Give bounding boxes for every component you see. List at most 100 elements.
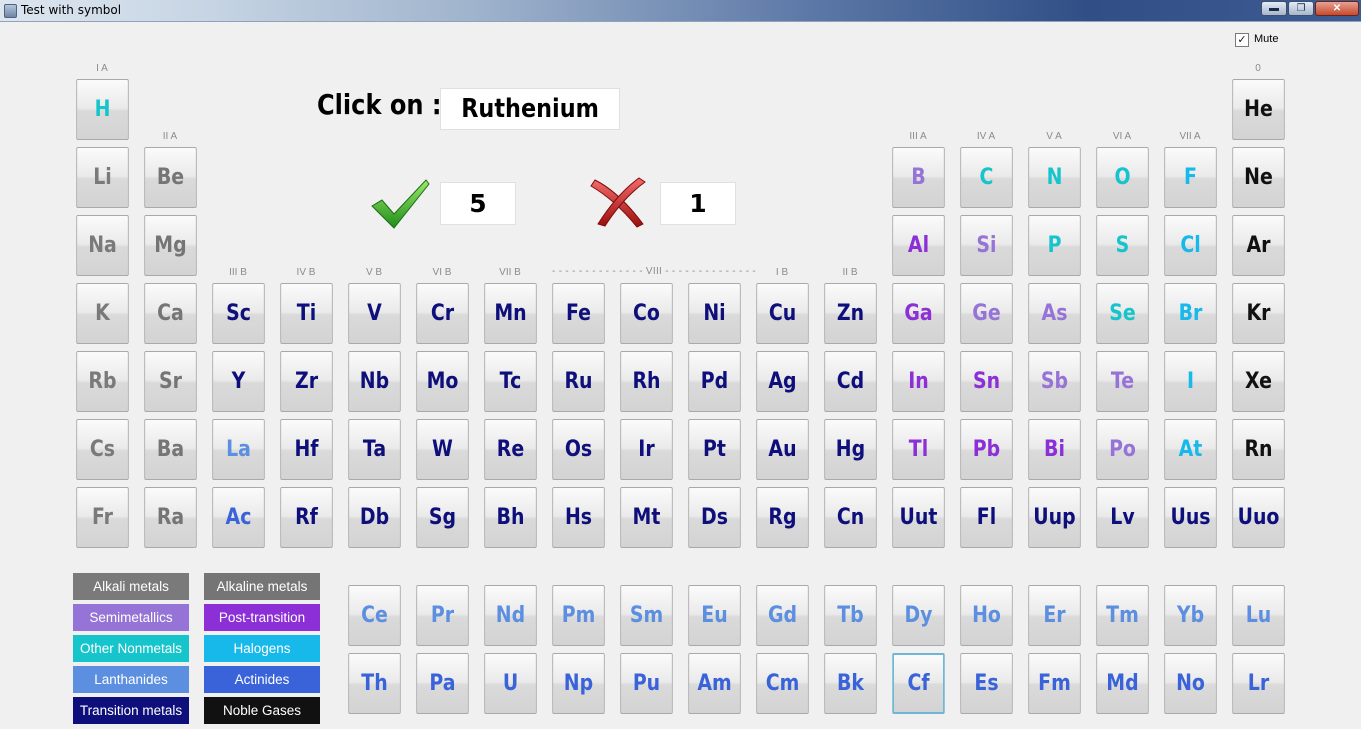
element-tile-pa[interactable]: Pa xyxy=(416,653,469,714)
element-tile-cm[interactable]: Cm xyxy=(756,653,809,714)
element-tile-lv[interactable]: Lv xyxy=(1096,487,1149,548)
element-tile-y[interactable]: Y xyxy=(212,351,265,412)
element-tile-bi[interactable]: Bi xyxy=(1028,419,1081,480)
element-tile-md[interactable]: Md xyxy=(1096,653,1149,714)
element-tile-pu[interactable]: Pu xyxy=(620,653,673,714)
element-tile-sb[interactable]: Sb xyxy=(1028,351,1081,412)
element-tile-cs[interactable]: Cs xyxy=(76,419,129,480)
element-tile-xe[interactable]: Xe xyxy=(1232,351,1285,412)
element-tile-au[interactable]: Au xyxy=(756,419,809,480)
element-tile-ag[interactable]: Ag xyxy=(756,351,809,412)
element-tile-c[interactable]: C xyxy=(960,147,1013,208)
element-tile-no[interactable]: No xyxy=(1164,653,1217,714)
element-tile-v[interactable]: V xyxy=(348,283,401,344)
element-tile-hg[interactable]: Hg xyxy=(824,419,877,480)
element-tile-cn[interactable]: Cn xyxy=(824,487,877,548)
element-tile-fl[interactable]: Fl xyxy=(960,487,1013,548)
element-tile-fr[interactable]: Fr xyxy=(76,487,129,548)
element-tile-lu[interactable]: Lu xyxy=(1232,585,1285,646)
element-tile-bh[interactable]: Bh xyxy=(484,487,537,548)
minimize-button[interactable]: ▬ xyxy=(1261,1,1287,16)
element-tile-rf[interactable]: Rf xyxy=(280,487,333,548)
element-tile-se[interactable]: Se xyxy=(1096,283,1149,344)
element-tile-nd[interactable]: Nd xyxy=(484,585,537,646)
element-tile-uut[interactable]: Uut xyxy=(892,487,945,548)
element-tile-zr[interactable]: Zr xyxy=(280,351,333,412)
element-tile-b[interactable]: B xyxy=(892,147,945,208)
element-tile-sr[interactable]: Sr xyxy=(144,351,197,412)
element-tile-ds[interactable]: Ds xyxy=(688,487,741,548)
element-tile-gd[interactable]: Gd xyxy=(756,585,809,646)
close-button[interactable]: ✕ xyxy=(1315,1,1359,16)
element-tile-kr[interactable]: Kr xyxy=(1232,283,1285,344)
element-tile-cu[interactable]: Cu xyxy=(756,283,809,344)
element-tile-cf[interactable]: Cf xyxy=(892,653,945,714)
element-tile-br[interactable]: Br xyxy=(1164,283,1217,344)
element-tile-es[interactable]: Es xyxy=(960,653,1013,714)
element-tile-he[interactable]: He xyxy=(1232,79,1285,140)
element-tile-ba[interactable]: Ba xyxy=(144,419,197,480)
element-tile-bk[interactable]: Bk xyxy=(824,653,877,714)
element-tile-tc[interactable]: Tc xyxy=(484,351,537,412)
element-tile-h[interactable]: H xyxy=(76,79,129,140)
element-tile-rn[interactable]: Rn xyxy=(1232,419,1285,480)
element-tile-pt[interactable]: Pt xyxy=(688,419,741,480)
element-tile-ga[interactable]: Ga xyxy=(892,283,945,344)
element-tile-tl[interactable]: Tl xyxy=(892,419,945,480)
element-tile-re[interactable]: Re xyxy=(484,419,537,480)
element-tile-w[interactable]: W xyxy=(416,419,469,480)
element-tile-rb[interactable]: Rb xyxy=(76,351,129,412)
element-tile-at[interactable]: At xyxy=(1164,419,1217,480)
element-tile-er[interactable]: Er xyxy=(1028,585,1081,646)
element-tile-p[interactable]: P xyxy=(1028,215,1081,276)
element-tile-lr[interactable]: Lr xyxy=(1232,653,1285,714)
element-tile-o[interactable]: O xyxy=(1096,147,1149,208)
element-tile-ra[interactable]: Ra xyxy=(144,487,197,548)
element-tile-al[interactable]: Al xyxy=(892,215,945,276)
element-tile-os[interactable]: Os xyxy=(552,419,605,480)
element-tile-sn[interactable]: Sn xyxy=(960,351,1013,412)
element-tile-k[interactable]: K xyxy=(76,283,129,344)
element-tile-am[interactable]: Am xyxy=(688,653,741,714)
element-tile-pb[interactable]: Pb xyxy=(960,419,1013,480)
element-tile-ac[interactable]: Ac xyxy=(212,487,265,548)
element-tile-th[interactable]: Th xyxy=(348,653,401,714)
element-tile-fe[interactable]: Fe xyxy=(552,283,605,344)
element-tile-hs[interactable]: Hs xyxy=(552,487,605,548)
element-tile-mo[interactable]: Mo xyxy=(416,351,469,412)
element-tile-zn[interactable]: Zn xyxy=(824,283,877,344)
element-tile-db[interactable]: Db xyxy=(348,487,401,548)
element-tile-i[interactable]: I xyxy=(1164,351,1217,412)
element-tile-fm[interactable]: Fm xyxy=(1028,653,1081,714)
element-tile-as[interactable]: As xyxy=(1028,283,1081,344)
element-tile-ni[interactable]: Ni xyxy=(688,283,741,344)
element-tile-tb[interactable]: Tb xyxy=(824,585,877,646)
element-tile-cl[interactable]: Cl xyxy=(1164,215,1217,276)
element-tile-in[interactable]: In xyxy=(892,351,945,412)
element-tile-ta[interactable]: Ta xyxy=(348,419,401,480)
element-tile-uuo[interactable]: Uuo xyxy=(1232,487,1285,548)
element-tile-na[interactable]: Na xyxy=(76,215,129,276)
element-tile-be[interactable]: Be xyxy=(144,147,197,208)
element-tile-rg[interactable]: Rg xyxy=(756,487,809,548)
element-tile-dy[interactable]: Dy xyxy=(892,585,945,646)
maximize-button[interactable]: ❐ xyxy=(1288,1,1314,16)
element-tile-ca[interactable]: Ca xyxy=(144,283,197,344)
element-tile-cd[interactable]: Cd xyxy=(824,351,877,412)
element-tile-nb[interactable]: Nb xyxy=(348,351,401,412)
element-tile-eu[interactable]: Eu xyxy=(688,585,741,646)
element-tile-np[interactable]: Np xyxy=(552,653,605,714)
element-tile-uup[interactable]: Uup xyxy=(1028,487,1081,548)
mute-checkbox[interactable]: ✓ xyxy=(1235,33,1249,47)
element-tile-po[interactable]: Po xyxy=(1096,419,1149,480)
element-tile-sm[interactable]: Sm xyxy=(620,585,673,646)
element-tile-la[interactable]: La xyxy=(212,419,265,480)
element-tile-mn[interactable]: Mn xyxy=(484,283,537,344)
element-tile-ne[interactable]: Ne xyxy=(1232,147,1285,208)
element-tile-f[interactable]: F xyxy=(1164,147,1217,208)
element-tile-tm[interactable]: Tm xyxy=(1096,585,1149,646)
element-tile-ru[interactable]: Ru xyxy=(552,351,605,412)
element-tile-te[interactable]: Te xyxy=(1096,351,1149,412)
element-tile-si[interactable]: Si xyxy=(960,215,1013,276)
element-tile-ho[interactable]: Ho xyxy=(960,585,1013,646)
